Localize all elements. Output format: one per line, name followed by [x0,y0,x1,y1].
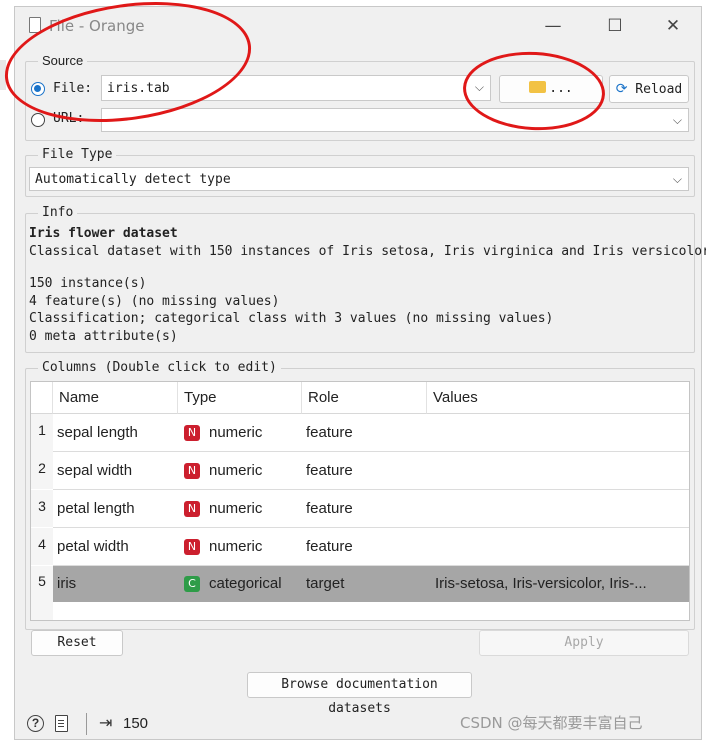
table-row-role[interactable]: feature [302,414,427,452]
columns-table[interactable]: Name Type Role Values 1 sepal length Nnu… [30,381,690,621]
row-number: 3 [31,490,53,527]
table-row-values[interactable] [427,490,689,527]
chevron-down-icon: ⌵ [672,172,682,186]
header-name[interactable]: Name [53,382,178,414]
numeric-badge-icon: N [184,539,200,555]
file-value: iris.tab [107,81,170,96]
browse-file-label: ... [549,81,573,96]
table-row-role[interactable]: feature [302,490,427,527]
reload-label: Reload [635,82,683,97]
features-summary: 4 feature(s) (no missing values) [29,294,280,309]
table-corner [31,382,53,414]
file-radio[interactable] [31,82,45,96]
instances-count: 150 instance(s) [29,276,147,291]
table-row-values[interactable] [427,528,689,565]
url-radio[interactable] [31,113,45,127]
help-icon[interactable]: ? [27,715,44,732]
background-window-edge [0,60,6,90]
header-role[interactable]: Role [302,382,427,414]
dataset-description: Classical dataset with 150 instances of … [29,244,706,259]
watermark: CSDN @每天都要丰富自己 [460,714,643,732]
type-label: numeric [209,500,263,517]
table-row-name[interactable]: iris [53,566,178,602]
row-number-filler [31,602,53,620]
numeric-badge-icon: N [184,463,200,479]
file-combo[interactable]: iris.tab ⌵ [101,75,491,101]
source-legend: Source [38,53,88,68]
row-number: 4 [31,528,53,565]
table-row-type[interactable]: Ccategorical [178,566,302,602]
table-row-type[interactable]: Nnumeric [178,452,302,489]
class-summary: Classification; categorical class with 3… [29,311,554,326]
output-count: 150 [123,715,149,732]
table-row-name[interactable]: sepal length [53,414,178,452]
type-label: numeric [209,538,263,555]
type-label: numeric [209,462,263,479]
file-type-select[interactable]: Automatically detect type ⌵ [29,167,689,191]
chevron-down-icon: ⌵ [672,113,682,127]
reset-button[interactable]: Reset [31,630,123,656]
url-label: URL: [53,111,85,126]
table-row-values[interactable]: Iris-setosa, Iris-versicolor, Iris-... [427,566,689,602]
table-row-role[interactable]: feature [302,452,427,489]
url-combo[interactable]: ⌵ [101,108,689,132]
table-row-name[interactable]: petal length [53,490,178,527]
apply-button[interactable]: Apply [479,630,689,656]
table-row-role[interactable]: feature [302,528,427,565]
table-row-values[interactable] [427,452,689,489]
table-row-type[interactable]: Nnumeric [178,490,302,527]
numeric-badge-icon: N [184,501,200,517]
table-row-values[interactable] [427,414,689,452]
categorical-badge-icon: C [184,576,200,592]
title-bar: File - Orange — ☐ ✕ [15,7,701,45]
table-row-type[interactable]: Nnumeric [178,414,302,452]
header-type[interactable]: Type [178,382,302,414]
file-label: File: [53,81,93,96]
info-legend: Info [38,205,78,220]
row-number: 1 [31,414,53,452]
folder-icon [529,81,547,93]
table-row-type[interactable]: Nnumeric [178,528,302,565]
table-row-name[interactable]: sepal width [53,452,178,489]
browse-documentation-button[interactable]: Browse documentation datasets [247,672,472,716]
output-icon: ⇥ [99,713,113,732]
chevron-down-icon: ⌵ [474,80,484,94]
file-type-legend: File Type [38,147,117,162]
row-number: 5 [31,566,53,602]
report-icon[interactable] [55,715,68,732]
file-type-value: Automatically detect type [35,172,231,187]
file-widget-window: File - Orange — ☐ ✕ Source File: iris.ta… [14,6,706,740]
row-number: 2 [31,452,53,489]
numeric-badge-icon: N [184,425,200,441]
dataset-name: Iris flower dataset [29,226,178,241]
close-button[interactable]: ✕ [653,13,693,39]
type-label: categorical [209,575,282,592]
document-icon [29,17,41,33]
type-label: numeric [209,424,263,441]
window-title: File - Orange [49,17,145,35]
reload-icon: ⟳ [615,81,628,97]
columns-legend: Columns (Double click to edit) [38,360,281,375]
meta-summary: 0 meta attribute(s) [29,329,178,344]
minimize-button[interactable]: — [533,13,573,39]
maximize-button[interactable]: ☐ [595,13,635,39]
table-row-name[interactable]: petal width [53,528,178,565]
header-values[interactable]: Values [427,382,689,414]
reload-button[interactable]: ⟳ Reload [609,75,689,103]
browse-file-button[interactable]: ... [499,75,603,103]
table-row-role[interactable]: target [302,566,427,602]
status-divider [86,713,87,735]
